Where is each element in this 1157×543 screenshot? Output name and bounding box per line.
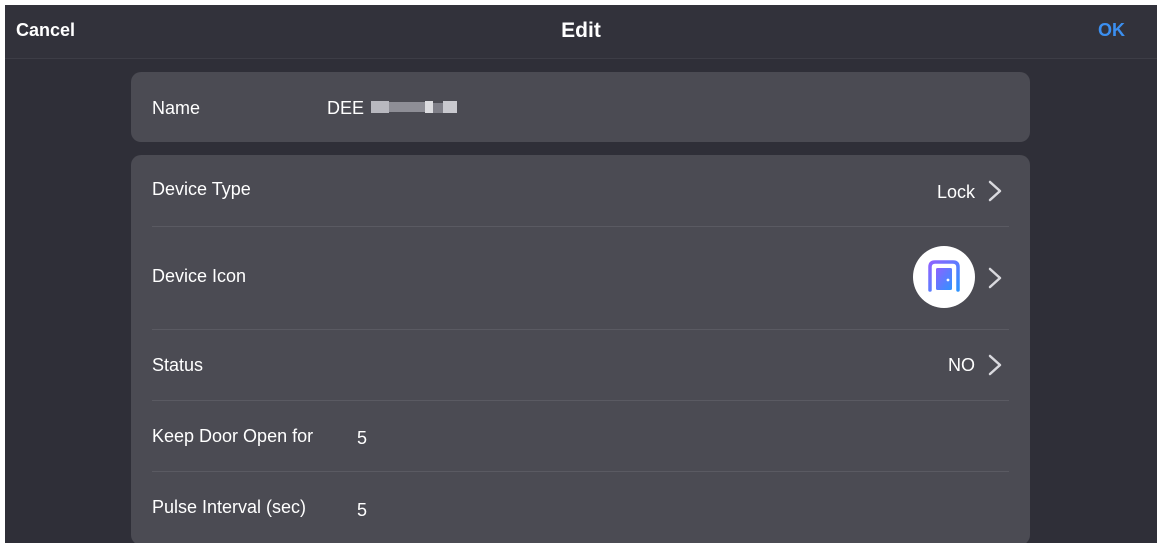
status-row[interactable]: Status NO: [152, 330, 1009, 401]
edit-screen: Cancel Edit OK Name DEE Device Type Lock: [5, 5, 1157, 543]
name-label: Name: [152, 98, 201, 118]
device-type-row[interactable]: Device Type Lock: [152, 155, 1009, 227]
name-redaction: [371, 99, 457, 117]
device-icon-label: Device Icon: [152, 266, 247, 286]
status-label: Status: [152, 355, 204, 375]
name-card: Name DEE: [131, 72, 1030, 142]
device-icon-preview: [913, 246, 975, 308]
ok-button[interactable]: OK: [1098, 20, 1125, 41]
name-input[interactable]: DEE: [327, 93, 487, 121]
status-value: NO: [948, 355, 975, 375]
device-type-label: Device Type: [152, 179, 251, 199]
chevron-right-icon: [988, 354, 1002, 376]
name-value: DEE: [327, 98, 365, 118]
chevron-right-icon: [988, 267, 1002, 289]
device-type-value: Lock: [936, 182, 975, 202]
keep-door-open-label: Keep Door Open for: [152, 426, 314, 446]
chevron-right-icon: [988, 180, 1002, 202]
top-bar: Cancel Edit OK: [5, 5, 1157, 59]
keep-door-open-value[interactable]: 5: [357, 428, 367, 449]
page-title: Edit: [561, 19, 601, 42]
pulse-interval-row: Pulse Interval (sec) 5: [152, 472, 1009, 543]
pulse-interval-label: Pulse Interval (sec): [152, 497, 307, 517]
door-icon: [923, 260, 965, 294]
keep-door-open-row: Keep Door Open for 5: [152, 401, 1009, 472]
settings-card: Device Type Lock Device Icon Status NO K…: [131, 155, 1030, 543]
pulse-interval-value[interactable]: 5: [357, 500, 367, 521]
device-icon-row[interactable]: Device Icon: [152, 227, 1009, 330]
